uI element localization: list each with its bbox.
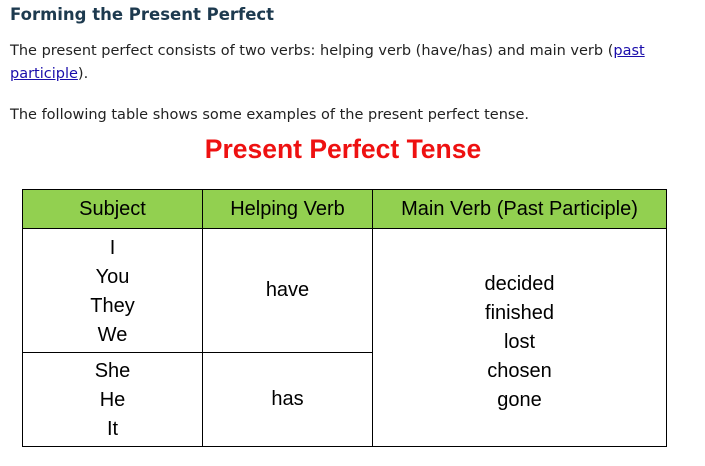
subject-you: You (95, 265, 130, 288)
subject-group-has: She He It (22, 352, 203, 447)
subject-it: It (106, 418, 119, 440)
intro-text-before: The present perfect consists of two verb… (10, 43, 614, 59)
header-helping-verb: Helping Verb (202, 189, 373, 229)
main-verb-finished: finished (485, 302, 554, 324)
intro-text-after: ). (77, 66, 89, 82)
table-title: Present Perfect Tense (204, 134, 482, 164)
subject-we: We (97, 323, 128, 346)
helping-verb-have: have (202, 228, 373, 353)
intro-paragraph: The present perfect consists of two verb… (10, 40, 700, 86)
main-verb-lost: lost (503, 331, 536, 353)
header-main-verb: Main Verb (Past Participle) (372, 189, 667, 229)
subject-she: She (94, 360, 131, 382)
table-row: I You They We have decided finished lost… (22, 228, 667, 447)
table-header-row: Subject Helping Verb Main Verb (Past Par… (22, 189, 667, 229)
subject-he: He (99, 389, 126, 411)
helping-verb-has: has (202, 352, 373, 447)
main-verb-gone: gone (497, 389, 542, 411)
page-heading: Forming the Present Perfect (10, 5, 275, 24)
present-perfect-table: Subject Helping Verb Main Verb (Past Par… (22, 189, 667, 447)
subject-group-have: I You They We (22, 228, 203, 353)
subject-i: I (109, 236, 116, 259)
main-verb-decided: decided (484, 273, 555, 295)
header-subject: Subject (22, 189, 203, 229)
table-intro-paragraph: The following table shows some examples … (10, 107, 529, 123)
subject-they: They (90, 294, 135, 317)
main-verb-chosen: chosen (487, 360, 552, 382)
main-verbs-cell: decided finished lost chosen gone (372, 228, 667, 447)
